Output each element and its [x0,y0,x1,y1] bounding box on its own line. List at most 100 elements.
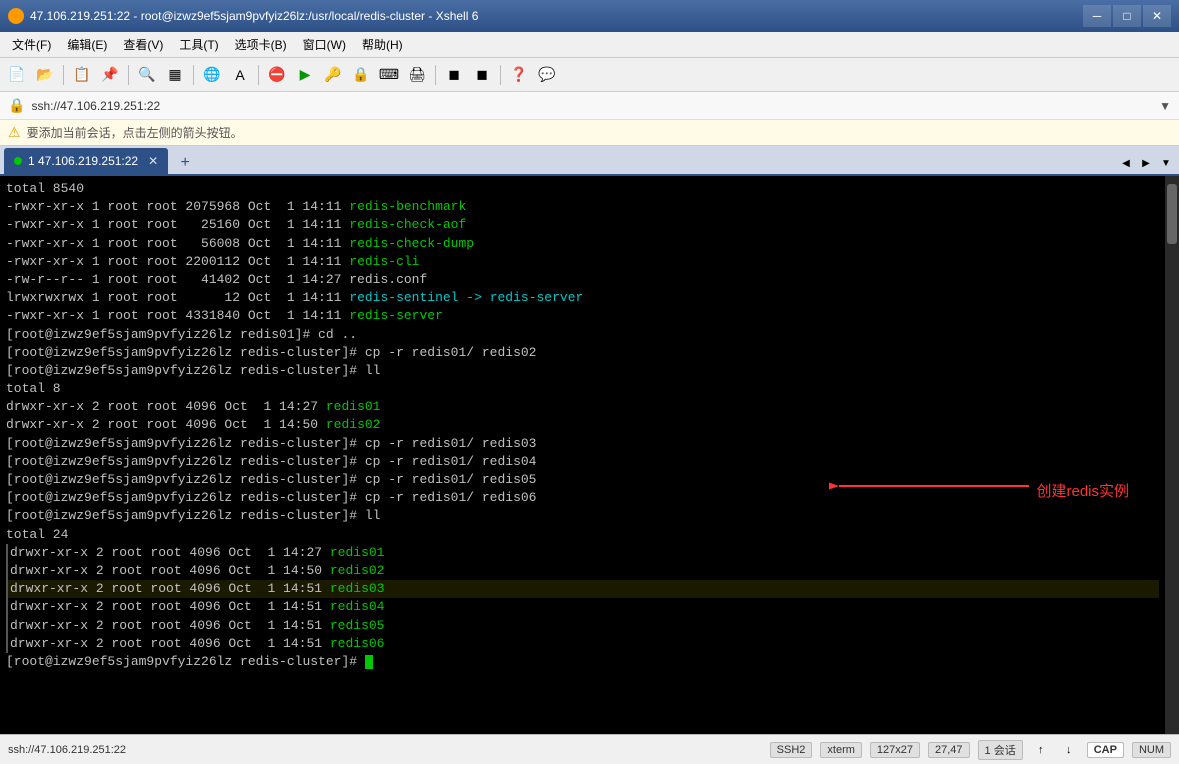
menu-window[interactable]: 窗口(W) [295,34,354,55]
info-text: 要添加当前会话，点击左侧的箭头按钮。 [27,124,243,141]
layout-button[interactable]: ▦ [162,62,188,88]
line-6: -rw-r--r-- 1 root root 41402 Oct 1 14:27… [6,271,1159,289]
toolbar-button-1[interactable]: ◼ [441,62,467,88]
copy-button[interactable]: 📋 [69,62,95,88]
line-4: -rwxr-xr-x 1 root root 56008 Oct 1 14:11… [6,235,1159,253]
lock-icon: 🔒 [8,97,25,114]
separator-5 [435,65,436,85]
window-controls: ─ □ ✕ [1083,5,1171,27]
line-9: [root@izwz9ef5sjam9pvfyiz26lz redis01]# … [6,326,1159,344]
separator-1 [63,65,64,85]
status-position: 27,47 [928,742,970,758]
line-3: -rwxr-xr-x 1 root root 25160 Oct 1 14:11… [6,216,1159,234]
globe-button[interactable]: 🌐 [199,62,225,88]
scroll-up-button[interactable]: ↑ [1031,740,1051,760]
line-18: [root@izwz9ef5sjam9pvfyiz26lz redis-clus… [6,489,1159,507]
tab-label: 1 47.106.219.251:22 [28,154,138,168]
status-address: ssh://47.106.219.251:22 [8,744,126,756]
zoom-button[interactable]: 🔍 [134,62,160,88]
close-button[interactable]: ✕ [1143,5,1171,27]
status-right: SSH2 xterm 127x27 27,47 1 会话 ↑ ↓ CAP NUM [770,740,1171,760]
scrollbar[interactable] [1165,176,1179,734]
tab-prev-button[interactable]: ◀ [1117,152,1135,174]
separator-2 [128,65,129,85]
terminal[interactable]: total 8540 -rwxr-xr-x 1 root root 207596… [0,176,1165,734]
maximize-button[interactable]: □ [1113,5,1141,27]
terminal-container: total 8540 -rwxr-xr-x 1 root root 207596… [0,176,1179,734]
print-button[interactable]: 🖨 [404,62,430,88]
line-21: drwxr-xr-x 2 root root 4096 Oct 1 14:27 … [6,544,1159,562]
line-13: drwxr-xr-x 2 root root 4096 Oct 1 14:27 … [6,398,1159,416]
key-button[interactable]: 🔑 [320,62,346,88]
titlebar: 47.106.219.251:22 - root@izwz9ef5sjam9pv… [0,0,1179,32]
status-protocol: SSH2 [770,742,813,758]
statusbar: ssh://47.106.219.251:22 SSH2 xterm 127x2… [0,734,1179,764]
lock-button[interactable]: 🔒 [348,62,374,88]
toolbar-button-2[interactable]: ◼ [469,62,495,88]
status-size: 127x27 [870,742,920,758]
tab-navigation: ◀ ▶ ▼ [1117,152,1175,174]
line-25: drwxr-xr-x 2 root root 4096 Oct 1 14:51 … [6,617,1159,635]
line-24: drwxr-xr-x 2 root root 4096 Oct 1 14:51 … [6,598,1159,616]
paste-button[interactable]: 📌 [97,62,123,88]
status-sessions: 1 会话 [978,740,1023,760]
line-1: total 8540 [6,180,1159,198]
line-10: [root@izwz9ef5sjam9pvfyiz26lz redis-clus… [6,344,1159,362]
menu-view[interactable]: 查看(V) [115,34,171,55]
keyboard-button[interactable]: ⌨ [376,62,402,88]
connect-button[interactable]: ▶ [292,62,318,88]
menu-help[interactable]: 帮助(H) [354,34,411,55]
line-5: -rwxr-xr-x 1 root root 2200112 Oct 1 14:… [6,253,1159,271]
line-12: total 8 [6,380,1159,398]
scroll-thumb[interactable] [1167,184,1177,244]
line-8: -rwxr-xr-x 1 root root 4331840 Oct 1 14:… [6,307,1159,325]
separator-3 [193,65,194,85]
line-22: drwxr-xr-x 2 root root 4096 Oct 1 14:50 … [6,562,1159,580]
status-num: NUM [1132,742,1171,758]
address-text: ssh://47.106.219.251:22 [31,99,160,113]
line-14: drwxr-xr-x 2 root root 4096 Oct 1 14:50 … [6,416,1159,434]
separator-4 [258,65,259,85]
add-tab-button[interactable]: + [172,152,198,174]
status-address-text: ssh://47.106.219.251:22 [8,744,126,756]
line-16: [root@izwz9ef5sjam9pvfyiz26lz redis-clus… [6,453,1159,471]
line-15: [root@izwz9ef5sjam9pvfyiz26lz redis-clus… [6,435,1159,453]
line-2: -rwxr-xr-x 1 root root 2075968 Oct 1 14:… [6,198,1159,216]
menu-edit[interactable]: 编辑(E) [59,34,115,55]
line-23: drwxr-xr-x 2 root root 4096 Oct 1 14:51 … [6,580,1159,598]
addressbar: 🔒 ssh://47.106.219.251:22 ▼ [0,92,1179,120]
new-session-button[interactable]: 📄 [4,62,30,88]
dropdown-icon[interactable]: ▼ [1159,99,1171,113]
font-button[interactable]: A [227,62,253,88]
line-26: drwxr-xr-x 2 root root 4096 Oct 1 14:51 … [6,635,1159,653]
tab-session[interactable]: 1 47.106.219.251:22 ✕ [4,148,168,174]
menu-tools[interactable]: 工具(T) [171,34,226,55]
toolbar: 📄 📂 📋 📌 🔍 ▦ 🌐 A ⛔ ▶ 🔑 🔒 ⌨ 🖨 ◼ ◼ ❓ 💬 [0,58,1179,92]
menu-tab[interactable]: 选项卡(B) [227,34,295,55]
annotation-text: 创建redis实例 [1036,481,1129,502]
status-encoding: xterm [820,742,862,758]
line-7: lrwxrwxrwx 1 root root 12 Oct 1 14:11 re… [6,289,1159,307]
help-button[interactable]: ❓ [506,62,532,88]
cursor [365,655,373,669]
tab-list-button[interactable]: ▼ [1157,152,1175,174]
status-cap: CAP [1087,742,1124,758]
tab-status-dot [14,157,22,165]
tab-close-button[interactable]: ✕ [148,154,158,168]
chat-button[interactable]: 💬 [534,62,560,88]
line-20: total 24 [6,526,1159,544]
line-27: [root@izwz9ef5sjam9pvfyiz26lz redis-clus… [6,653,1159,671]
warning-icon: ⚠ [8,124,21,141]
menu-file[interactable]: 文件(F) [4,34,59,55]
tab-next-button[interactable]: ▶ [1137,152,1155,174]
line-11: [root@izwz9ef5sjam9pvfyiz26lz redis-clus… [6,362,1159,380]
separator-6 [500,65,501,85]
scroll-down-button[interactable]: ↓ [1059,740,1079,760]
app-icon [8,8,24,24]
open-button[interactable]: 📂 [32,62,58,88]
tabbar: 1 47.106.219.251:22 ✕ + ◀ ▶ ▼ [0,146,1179,176]
line-19: [root@izwz9ef5sjam9pvfyiz26lz redis-clus… [6,507,1159,525]
annotation: 创建redis实例 [1036,481,1129,502]
disconnect-button[interactable]: ⛔ [264,62,290,88]
minimize-button[interactable]: ─ [1083,5,1111,27]
